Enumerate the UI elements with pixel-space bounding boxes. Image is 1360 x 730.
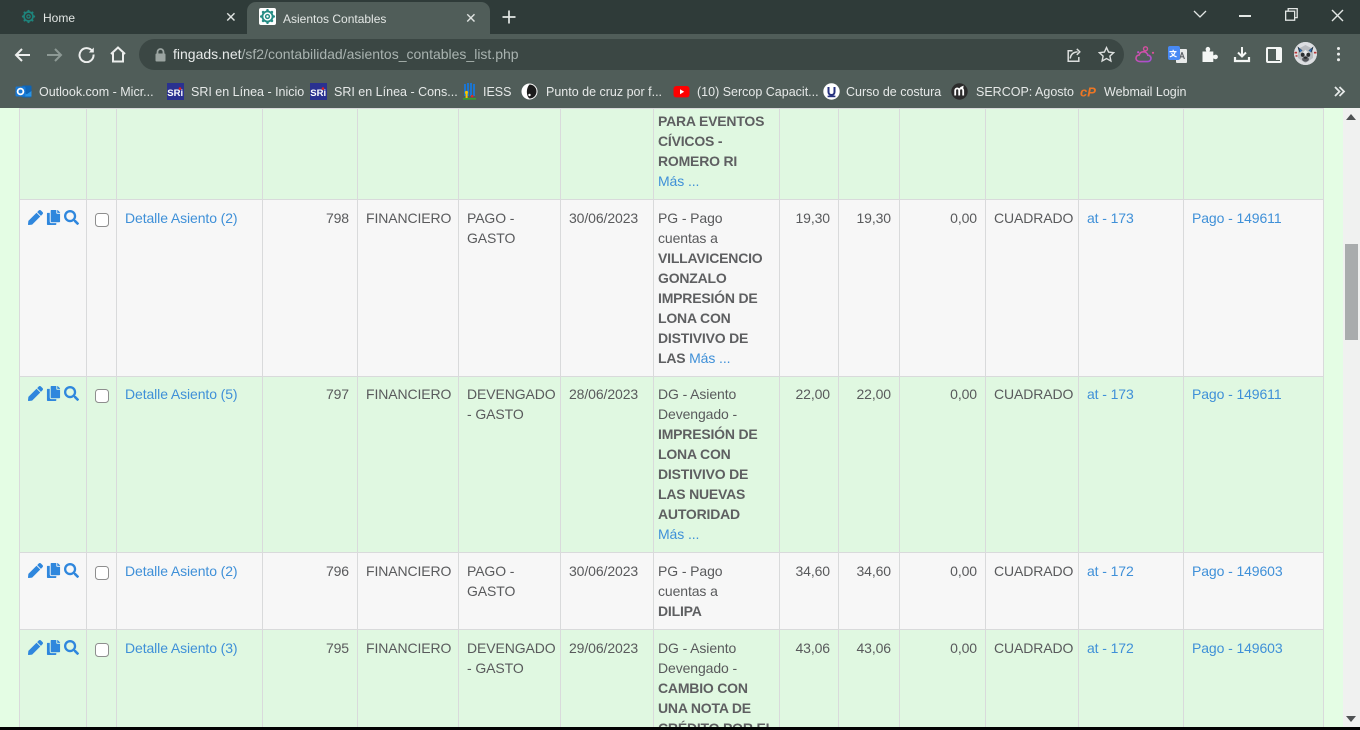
svg-text:cP: cP — [1080, 85, 1096, 100]
